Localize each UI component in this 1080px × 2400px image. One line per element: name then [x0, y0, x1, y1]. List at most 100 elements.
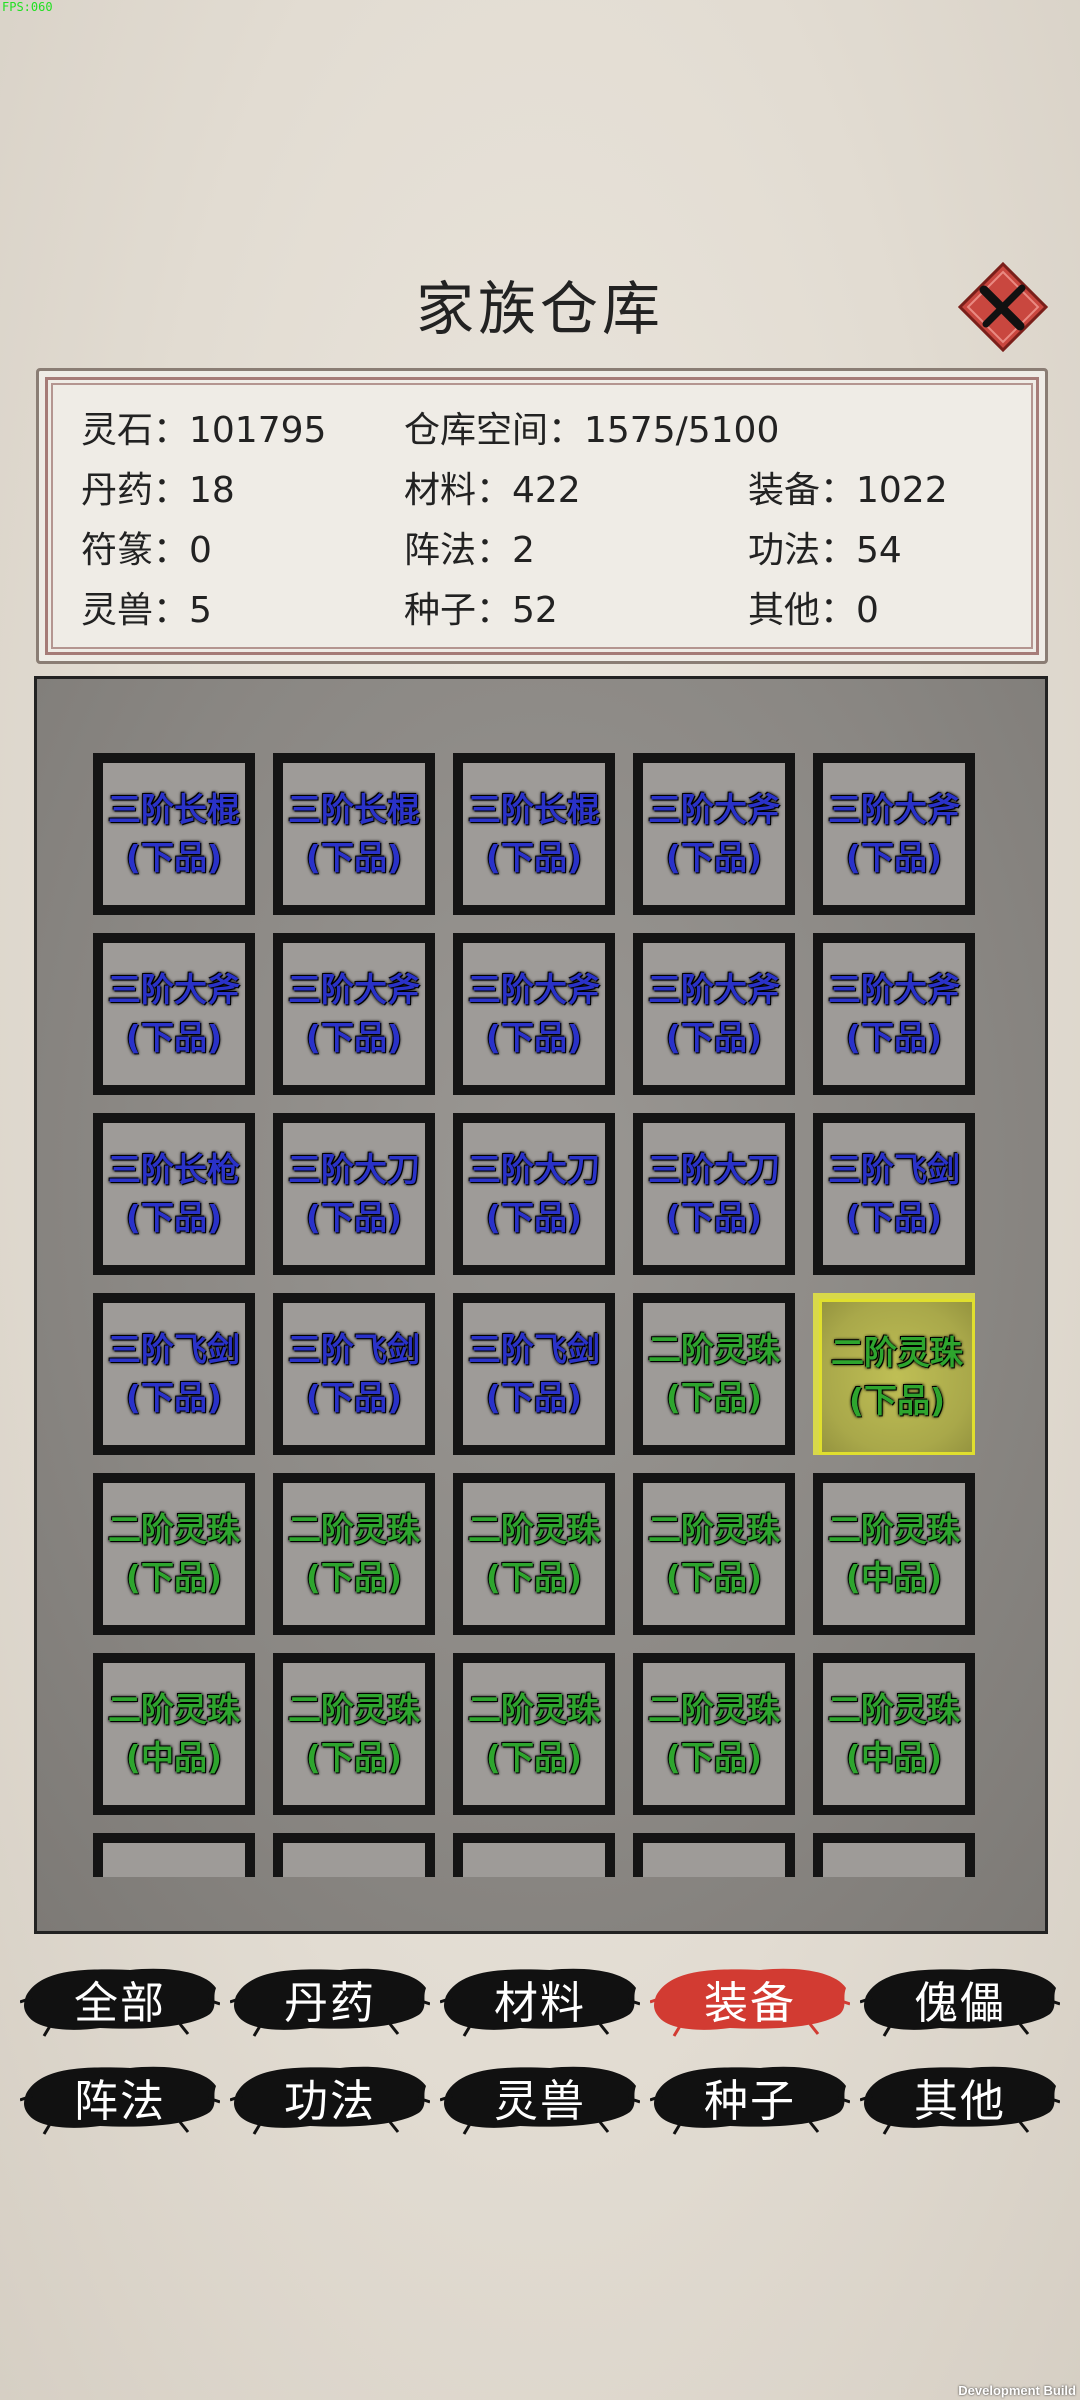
item-grade: (下品): [125, 838, 223, 877]
tab-6[interactable]: 阵法: [20, 2056, 220, 2138]
item-name: 二阶灵珠: [468, 1690, 600, 1729]
item-slot[interactable]: 三阶飞剑 (下品): [273, 1293, 435, 1455]
item-slot[interactable]: 二阶灵珠: [93, 1833, 255, 1877]
item-slot[interactable]: 三阶飞剑 (下品): [93, 1293, 255, 1455]
item-slot[interactable]: 三阶长棍 (下品): [453, 753, 615, 915]
item-slot[interactable]: 二阶灵珠 (下品): [633, 1293, 795, 1455]
item-slot-selected[interactable]: 二阶灵珠 (下品): [813, 1293, 975, 1455]
item-grade: (下品): [665, 1198, 763, 1237]
item-slot[interactable]: 三阶大斧 (下品): [813, 753, 975, 915]
close-x-icon: [957, 261, 1049, 353]
tab-4[interactable]: 装备: [650, 1958, 850, 2040]
item-slot[interactable]: 三阶大刀 (下品): [453, 1113, 615, 1275]
item-name: 三阶长棍: [288, 790, 420, 829]
item-slot[interactable]: 二阶灵珠 (下品): [453, 1653, 615, 1815]
tab-label: 灵兽: [494, 2076, 586, 2127]
item-name: 二阶灵珠: [828, 1510, 960, 1549]
item-name: 三阶大斧: [468, 970, 600, 1009]
item-slot-face: 二阶灵珠 (下品): [463, 1483, 605, 1625]
item-slot[interactable]: 二阶灵珠 (中品): [93, 1653, 255, 1815]
tab-1[interactable]: 全部: [20, 1958, 220, 2040]
item-slot[interactable]: 三阶大斧 (下品): [633, 933, 795, 1095]
item-slot-face: 二阶灵珠 (下品): [643, 1483, 785, 1625]
tab-8[interactable]: 灵兽: [440, 2056, 640, 2138]
page-title: 家族仓库: [415, 275, 664, 343]
item-grade: (中品): [845, 1738, 943, 1777]
item-slot[interactable]: 三阶长枪 (下品): [93, 1113, 255, 1275]
tab-9[interactable]: 种子: [650, 2056, 850, 2138]
item-slot-face: 三阶长棍 (下品): [463, 763, 605, 905]
item-slot[interactable]: 二阶灵珠: [273, 1833, 435, 1877]
item-slot-face: 二阶灵珠 (下品): [283, 1663, 425, 1805]
tab-10[interactable]: 其他: [860, 2056, 1060, 2138]
item-slot-face: 三阶大斧 (下品): [103, 943, 245, 1085]
item-slot[interactable]: 三阶长棍 (下品): [273, 753, 435, 915]
item-slot[interactable]: 三阶长棍 (下品): [93, 753, 255, 915]
item-grade: (下品): [485, 1378, 583, 1417]
item-grade: (下品): [485, 1018, 583, 1057]
item-slot-face: 二阶灵珠 (中品): [103, 1663, 245, 1805]
item-slot-face: 二阶灵珠 (下品): [463, 1663, 605, 1805]
other-stat: 其他：0: [748, 590, 879, 631]
item-slot[interactable]: 二阶灵珠 (下品): [633, 1473, 795, 1635]
item-slot-face: 三阶大斧 (下品): [823, 943, 965, 1085]
item-slot[interactable]: 二阶灵珠 (中品): [813, 1473, 975, 1635]
item-slot[interactable]: 三阶大斧 (下品): [453, 933, 615, 1095]
tab-7[interactable]: 功法: [230, 2056, 430, 2138]
tab-label: 阵法: [74, 2076, 166, 2127]
item-grade: (下品): [305, 1558, 403, 1597]
tab-5[interactable]: 傀儡: [860, 1958, 1060, 2040]
equipment-stat: 装备：1022: [748, 470, 948, 511]
item-slot[interactable]: 三阶飞剑 (下品): [813, 1113, 975, 1275]
item-slot[interactable]: 三阶大斧 (下品): [93, 933, 255, 1095]
tab-3[interactable]: 材料: [440, 1958, 640, 2040]
item-name: 三阶飞剑: [828, 1150, 960, 1189]
item-name: 三阶大斧: [828, 790, 960, 829]
item-grid[interactable]: 三阶长棍 (下品) 三阶长棍 (下品) 三阶长棍 (下品) 三阶大斧 (下品) 三阶大斧 (下品)…: [93, 753, 1013, 1877]
item-slot[interactable]: 三阶大斧 (下品): [273, 933, 435, 1095]
item-slot[interactable]: 二阶灵珠: [453, 1833, 615, 1877]
close-button[interactable]: [957, 261, 1049, 353]
item-slot[interactable]: 二阶灵珠 (下品): [633, 1653, 795, 1815]
item-slot-face: 三阶大斧 (下品): [823, 763, 965, 905]
item-name: 二阶灵珠: [108, 1510, 240, 1549]
tab-label: 材料: [494, 1978, 586, 2029]
item-grade: (下品): [665, 1378, 763, 1417]
item-grade: (下品): [305, 1738, 403, 1777]
item-grade: (下品): [485, 1198, 583, 1237]
tab-2[interactable]: 丹药: [230, 1958, 430, 2040]
item-slot-face: 二阶灵珠: [283, 1843, 425, 1877]
item-name: 三阶飞剑: [288, 1330, 420, 1369]
item-slot[interactable]: 二阶灵珠 (中品): [813, 1653, 975, 1815]
item-slot[interactable]: 三阶大刀 (下品): [633, 1113, 795, 1275]
spirit-beast-stat: 灵兽：5: [81, 590, 212, 631]
item-grade: (下品): [845, 1198, 943, 1237]
item-grid-panel[interactable]: 三阶长棍 (下品) 三阶长棍 (下品) 三阶长棍 (下品) 三阶大斧 (下品) 三阶大斧 (下品)…: [34, 676, 1048, 1934]
item-grade: (下品): [485, 1558, 583, 1597]
item-slot-face: 三阶飞剑 (下品): [823, 1123, 965, 1265]
item-slot[interactable]: 二阶灵珠 (下品): [453, 1473, 615, 1635]
item-slot[interactable]: 二阶灵珠 (下品): [93, 1473, 255, 1635]
technique-stat: 功法：54: [748, 530, 902, 571]
item-slot-face: 三阶飞剑 (下品): [283, 1303, 425, 1445]
item-slot[interactable]: 三阶飞剑 (下品): [453, 1293, 615, 1455]
item-slot[interactable]: 三阶大刀 (下品): [273, 1113, 435, 1275]
item-slot[interactable]: 二阶灵珠 (下品): [273, 1473, 435, 1635]
item-slot[interactable]: 二阶灵珠: [813, 1833, 975, 1877]
item-slot[interactable]: 二阶灵珠 (下品): [273, 1653, 435, 1815]
item-name: 二阶灵珠: [648, 1330, 780, 1369]
tab-label: 功法: [284, 2076, 376, 2127]
item-grade: (下品): [665, 1018, 763, 1057]
item-slot-face: 二阶灵珠 (下品): [643, 1303, 785, 1445]
item-slot-face: 三阶飞剑 (下品): [463, 1303, 605, 1445]
item-grade: (下品): [305, 1018, 403, 1057]
item-slot-face: 二阶灵珠: [823, 1843, 965, 1877]
development-build-label: Development Build: [958, 2383, 1076, 2398]
item-slot[interactable]: 二阶灵珠: [633, 1833, 795, 1877]
item-name: 二阶灵珠: [831, 1333, 963, 1372]
item-slot[interactable]: 三阶大斧 (下品): [633, 753, 795, 915]
item-slot-face: 三阶大刀 (下品): [643, 1123, 785, 1265]
item-grade: (下品): [305, 1198, 403, 1237]
item-slot[interactable]: 三阶大斧 (下品): [813, 933, 975, 1095]
item-slot-face: 二阶灵珠: [103, 1843, 245, 1877]
